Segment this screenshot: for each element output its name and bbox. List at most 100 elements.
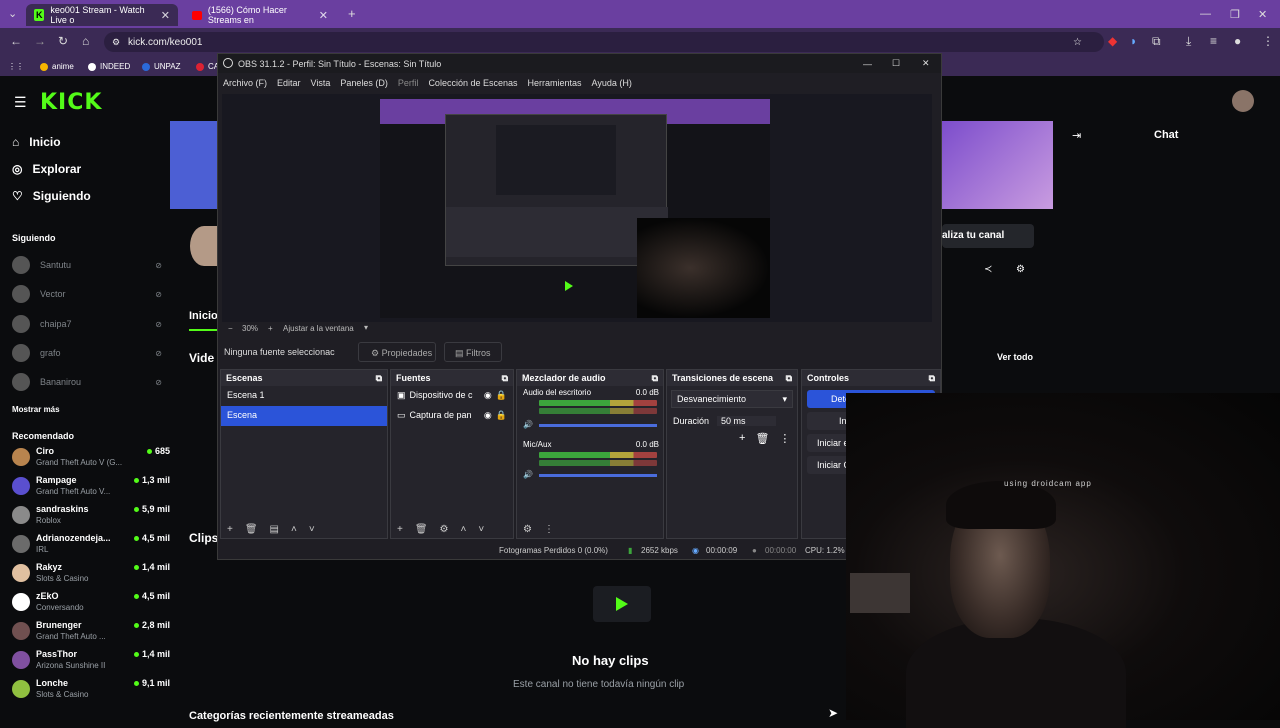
recommended-item[interactable]: Ciro Grand Theft Auto V (G... 685 [12,446,170,472]
nav-siguiendo[interactable]: ♡ Siguiendo [12,189,91,203]
maximize-icon[interactable]: ☐ [892,58,900,69]
trash-icon[interactable]: 🗑 [245,524,258,535]
panel-undock-icon[interactable]: ⧉ [376,373,382,383]
nav-inicio[interactable]: ⌂ Inicio [12,135,61,149]
following-item[interactable]: Vector ⊘ [12,285,162,303]
move-down-icon[interactable]: ˅ [478,524,484,535]
download-icon[interactable]: ⤓ [1186,34,1191,49]
user-settings-icon[interactable]: ⚙ [1016,264,1025,275]
speaker-icon[interactable]: 🔊 [523,420,533,429]
visibility-eye-icon[interactable]: ◉ [484,390,492,402]
trash-icon[interactable]: 🗑 [415,524,428,535]
tab-inicio[interactable]: Inicio [189,310,218,322]
extension-icon[interactable]: ◗ [1130,34,1137,48]
menu-paneles[interactable]: Paneles (D) [340,78,388,88]
add-icon[interactable]: + [397,524,403,535]
menu-herramientas[interactable]: Herramientas [528,78,582,88]
recommended-item[interactable]: Rampage Grand Theft Auto V... 1,3 mil [12,475,170,501]
lock-icon[interactable]: 🔒 [496,390,507,402]
apps-grid-icon[interactable]: ⋮⋮ [8,62,24,71]
close-window-icon[interactable]: ✕ [1258,8,1267,21]
extension-icon[interactable]: ◆ [1108,34,1117,48]
recommended-item[interactable]: zEkO Conversando 4,5 mil [12,591,170,617]
maximize-icon[interactable]: ❐ [1230,8,1240,21]
bookmark-indeed[interactable]: INDEED [88,62,130,71]
panel-undock-icon[interactable]: ⧉ [929,373,935,383]
lock-icon[interactable]: 🔒 [496,410,507,422]
following-item[interactable]: Santutu ⊘ [12,256,162,274]
minimize-icon[interactable]: — [863,59,872,69]
close-icon[interactable]: ✕ [922,58,930,69]
menu-editar[interactable]: Editar [277,78,301,88]
recommended-item[interactable]: Rakyz Slots & Casino 1,4 mil [12,562,170,588]
advanced-audio-icon[interactable]: ⚙ [523,524,532,535]
tab-youtube[interactable]: (1566) Cómo Hacer Streams en ✕ [184,4,336,26]
bookmark-unpaz[interactable]: UNPAZ [142,62,181,71]
move-up-icon[interactable]: ˄ [461,524,467,535]
zoom-out-icon[interactable]: − [228,324,233,333]
view-all-link[interactable]: Ver todo [997,352,1033,362]
bookmark-anime[interactable]: anime [40,62,74,71]
recommended-item[interactable]: Adrianozendeja... IRL 4,5 mil [12,533,170,559]
share-icon[interactable]: ≺ [984,264,992,275]
browser-menu-icon[interactable]: ⋮ [1262,34,1274,48]
preview-canvas[interactable] [380,99,770,318]
scene-item-selected[interactable]: Escena [221,406,387,426]
filter-icon[interactable]: ▤ [270,524,279,535]
close-tab-icon[interactable]: ✕ [319,9,328,22]
menu-ayuda[interactable]: Ayuda (H) [592,78,632,88]
reload-icon[interactable]: ↻ [58,34,68,48]
following-item[interactable]: Bananirou ⊘ [12,373,162,391]
more-options-icon[interactable]: ⋮ [544,524,554,535]
show-more-link[interactable]: Mostrar más [12,405,60,414]
recommended-item[interactable]: Brunenger Grand Theft Auto ... 2,8 mil [12,620,170,646]
zoom-dropdown-icon[interactable]: ▾ [364,323,368,332]
zoom-in-icon[interactable]: + [268,324,273,333]
volume-slider[interactable] [539,474,657,477]
volume-slider[interactable] [539,424,657,427]
source-item[interactable]: ▣ Dispositivo de c ◉ 🔒 [391,386,513,406]
trash-icon[interactable]: 🗑 [755,432,769,445]
menu-hamburger-icon[interactable]: ☰ [14,94,27,111]
forward-icon[interactable]: → [34,34,46,48]
tab-search-icon[interactable]: ⌄ [8,7,17,20]
following-item[interactable]: grafo ⊘ [12,344,162,362]
filters-button[interactable]: ▤ Filtros [444,342,502,362]
fit-window-label[interactable]: Ajustar a la ventana [283,324,354,333]
address-bar[interactable]: ⚙ kick.com/keo001 ☆ [104,32,1104,52]
user-avatar[interactable] [1232,90,1254,112]
menu-archivo[interactable]: Archivo (F) [223,78,267,88]
close-tab-icon[interactable]: ✕ [161,9,170,22]
panel-undock-icon[interactable]: ⧉ [786,373,792,383]
profile-avatar-icon[interactable]: ● [1234,34,1241,48]
move-down-icon[interactable]: ˅ [309,524,315,535]
bookmark-ca[interactable]: CA [196,62,219,71]
visibility-eye-icon[interactable]: ◉ [484,410,492,422]
more-options-icon[interactable]: ⋮ [779,432,790,445]
kick-logo[interactable]: KICK [40,90,102,115]
recommended-item[interactable]: sandraskins Roblox 5,9 mil [12,504,170,530]
move-up-icon[interactable]: ˄ [291,524,297,535]
source-item[interactable]: ▭ Captura de pan ◉ 🔒 [391,406,513,426]
add-icon[interactable]: + [227,524,233,535]
speaker-icon[interactable]: 🔊 [523,470,533,479]
media-icon[interactable]: ≡ [1210,34,1217,48]
add-icon[interactable]: + [739,432,745,445]
gear-icon[interactable]: ⚙ [440,524,449,535]
back-icon[interactable]: ← [10,34,22,48]
scene-item[interactable]: Escena 1 [221,386,387,406]
properties-button[interactable]: ⚙ Propiedades [358,342,436,362]
duration-input[interactable]: 50 ms [717,416,776,426]
following-item[interactable]: chaipa7 ⊘ [12,315,162,333]
customize-channel-button[interactable]: aliza tu canal [942,224,1034,248]
extensions-puzzle-icon[interactable]: ⧉ [1152,34,1161,49]
tab-kick[interactable]: K keo001 Stream - Watch Live o ✕ [26,4,178,26]
recommended-item[interactable]: PassThor Arizona Sunshine II 1,4 mil [12,649,170,675]
menu-coleccion[interactable]: Colección de Escenas [428,78,517,88]
menu-vista[interactable]: Vista [311,78,331,88]
new-tab-icon[interactable]: + [348,6,356,21]
collapse-chat-icon[interactable]: ⇥ [1072,129,1081,142]
site-info-icon[interactable]: ⚙ [112,37,120,48]
panel-undock-icon[interactable]: ⧉ [652,373,658,383]
recommended-item[interactable]: Lonche Slots & Casino 9,1 mil [12,678,170,704]
